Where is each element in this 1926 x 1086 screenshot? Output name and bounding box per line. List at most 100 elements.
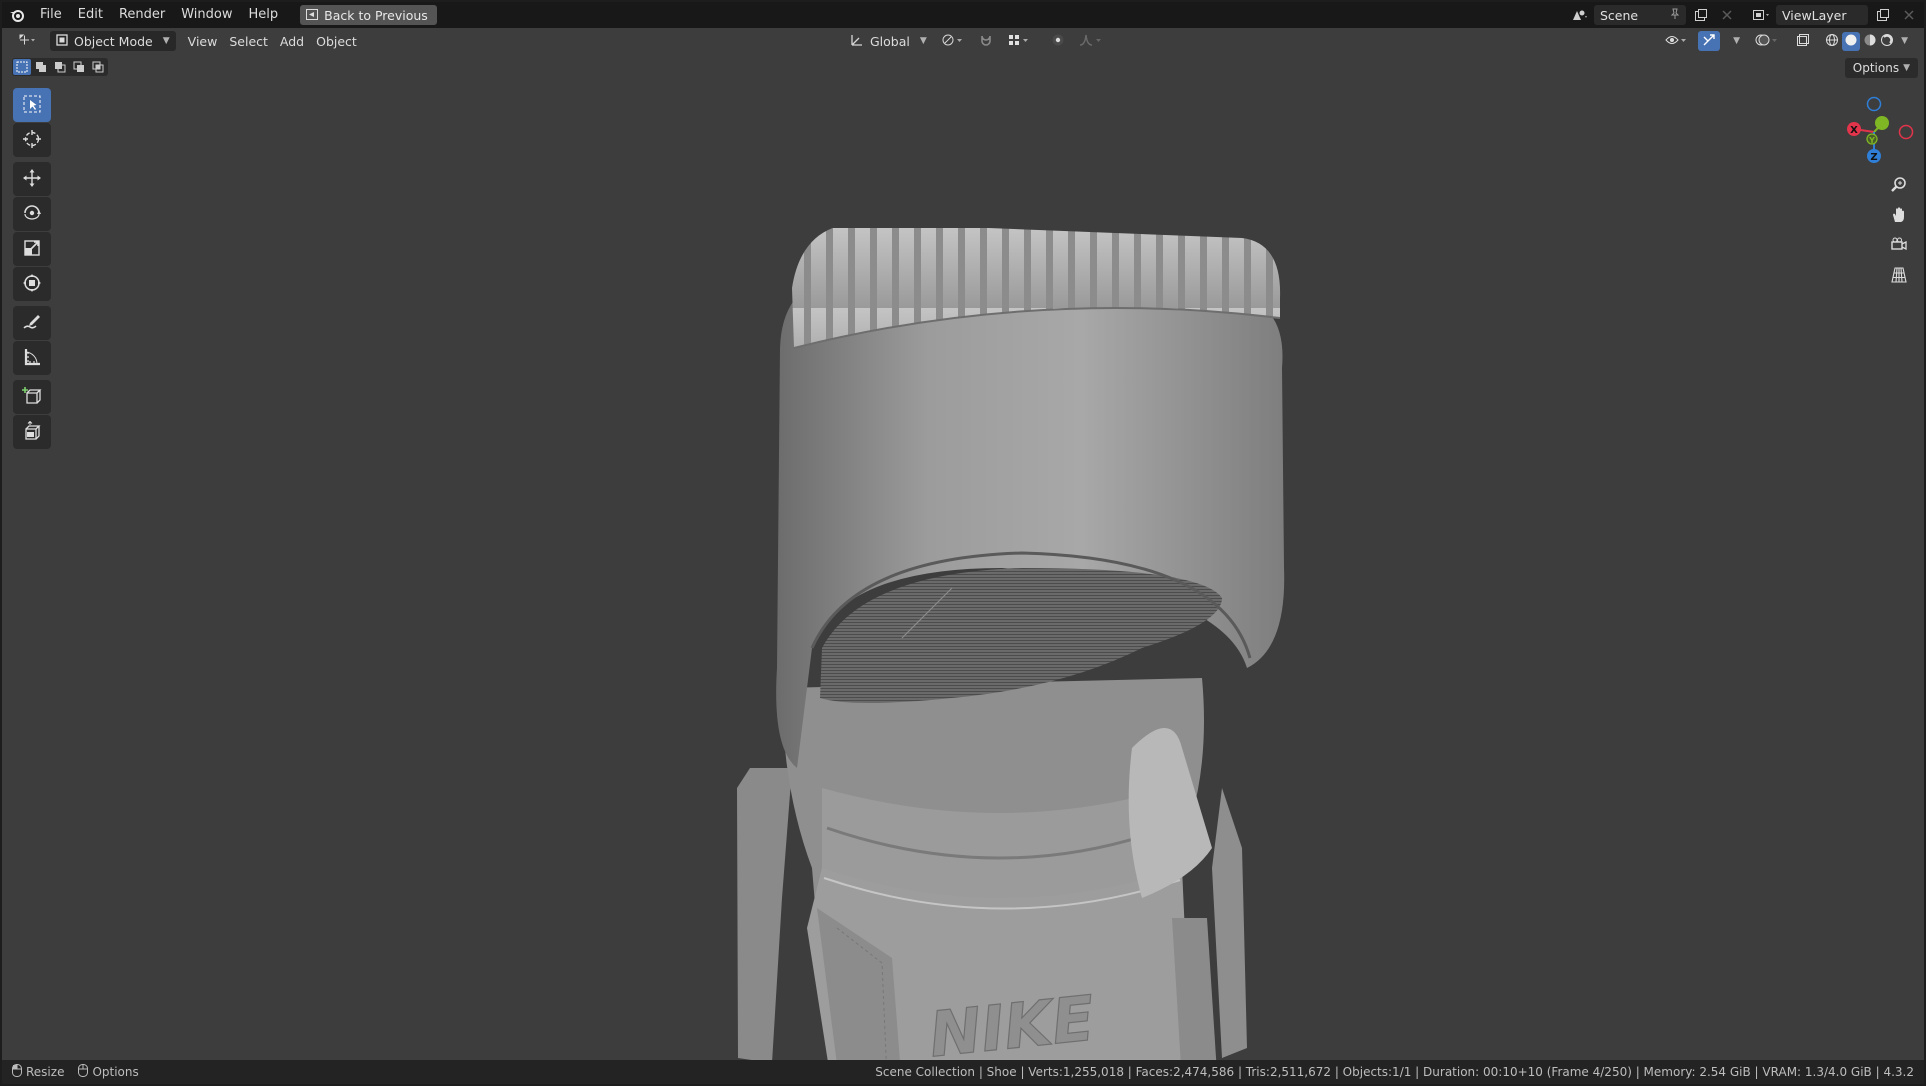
xray-toggle[interactable]: [1790, 31, 1816, 51]
orientation-icon: [850, 33, 864, 50]
orientation-label: Global: [870, 33, 910, 49]
select-box-tool[interactable]: [13, 88, 51, 122]
menu-file[interactable]: File: [32, 4, 70, 26]
rotate-tool[interactable]: [13, 197, 51, 231]
select-intersect-icon[interactable]: [89, 59, 107, 75]
menu-edit[interactable]: Edit: [70, 4, 111, 26]
add-cube-tool[interactable]: [13, 380, 51, 414]
move-tool[interactable]: [13, 162, 51, 196]
chevron-down-icon: ▼: [919, 36, 927, 46]
extrude-icon: [22, 420, 42, 444]
snap-toggle[interactable]: [973, 31, 999, 51]
editor-type-button[interactable]: [12, 31, 42, 51]
pan-button[interactable]: [1885, 203, 1913, 229]
visibility-button[interactable]: [1659, 31, 1695, 51]
tool-shelf: [12, 88, 52, 450]
menu-view[interactable]: View: [182, 31, 224, 51]
orientation-select[interactable]: Global ▼: [844, 31, 933, 51]
scale-tool[interactable]: [13, 232, 51, 266]
scene-statistics: Scene Collection | Shoe | Verts:1,255,01…: [875, 1065, 1914, 1079]
options-button[interactable]: Options ▼: [1844, 58, 1918, 78]
falloff-curve-icon: [1079, 33, 1105, 50]
perspective-grid-icon: [1890, 266, 1908, 287]
y-axis-label: Y: [1868, 136, 1875, 145]
solid-shading-icon[interactable]: [1842, 31, 1861, 51]
transform-tool[interactable]: [13, 267, 51, 301]
measure-ruler-icon: [22, 347, 42, 370]
menu-add[interactable]: Add: [274, 31, 310, 51]
move-arrows-icon: [22, 168, 42, 191]
select-new-icon[interactable]: [13, 59, 31, 75]
menu-help[interactable]: Help: [241, 4, 287, 26]
chevron-down-icon[interactable]: ▼: [1901, 36, 1908, 46]
extrude-tool[interactable]: [13, 415, 51, 449]
status-hints: Resize Options: [2, 1064, 139, 1080]
viewport-navigation-buttons: [1885, 173, 1913, 289]
status-bar: Resize Options Scene Collection | Shoe |…: [2, 1060, 1924, 1084]
gizmo-dropdown[interactable]: ▼: [1723, 31, 1746, 51]
snap-grid-icon: [1007, 33, 1031, 50]
options-label: Options: [1852, 61, 1900, 75]
select-invert-icon[interactable]: [70, 59, 88, 75]
pivot-point-button[interactable]: [935, 31, 971, 51]
z-axis-label: Z: [1870, 152, 1877, 163]
menu-object[interactable]: Object: [310, 31, 363, 51]
delete-scene-icon[interactable]: [1716, 5, 1738, 25]
cursor-tool[interactable]: [13, 123, 51, 157]
annotate-tool[interactable]: [13, 306, 51, 340]
select-box-icon: [22, 94, 42, 117]
scale-icon: [22, 238, 42, 261]
gizmo-icon: [1702, 33, 1716, 50]
scene-field[interactable]: Scene: [1594, 5, 1686, 25]
camera-view-button[interactable]: [1885, 233, 1913, 259]
3d-viewport[interactable]: Object Mode ▼ View Select Add Object Glo…: [2, 28, 1924, 1060]
new-scene-icon[interactable]: [1690, 5, 1712, 25]
x-axis-label: X: [1850, 125, 1858, 136]
menu-select[interactable]: Select: [223, 31, 274, 51]
pin-icon[interactable]: [1670, 8, 1680, 23]
viewport-display-controls: ▼ ▼: [1659, 31, 1914, 51]
shoe-model[interactable]: NIKE: [702, 223, 1382, 1060]
snap-target-button[interactable]: [1001, 31, 1037, 51]
zoom-button[interactable]: [1885, 173, 1913, 199]
material-shading-icon[interactable]: [1863, 33, 1877, 50]
blender-logo-icon[interactable]: [2, 2, 32, 28]
top-menu-bar: File Edit Render Window Help Back to Pre…: [2, 2, 1924, 28]
select-subtract-icon[interactable]: [51, 59, 69, 75]
rotate-icon: [22, 203, 42, 226]
delete-viewlayer-icon[interactable]: [1898, 5, 1920, 25]
add-cube-icon: [22, 386, 42, 409]
wireframe-shading-icon[interactable]: [1825, 33, 1839, 50]
viewlayer-name: ViewLayer: [1782, 7, 1847, 23]
annotate-pencil-icon: [22, 312, 42, 335]
object-mode-select[interactable]: Object Mode ▼: [50, 31, 176, 51]
measure-tool[interactable]: [13, 341, 51, 375]
menu-render[interactable]: Render: [111, 4, 173, 26]
scene-selector-icon[interactable]: [1568, 5, 1590, 25]
viewlayer-field[interactable]: ViewLayer: [1776, 5, 1868, 25]
object-mode-icon: [56, 33, 68, 49]
proportional-edit-icon: [1051, 33, 1065, 50]
overlays-toggle[interactable]: [1749, 31, 1787, 51]
back-to-previous-button[interactable]: Back to Previous: [300, 5, 437, 25]
falloff-button[interactable]: [1073, 31, 1111, 51]
menu-window[interactable]: Window: [173, 4, 240, 26]
selection-mode-buttons: [12, 58, 108, 76]
new-viewlayer-icon[interactable]: [1872, 5, 1894, 25]
rendered-shading-icon[interactable]: [1880, 33, 1894, 50]
xray-icon: [1796, 33, 1810, 50]
mouse-left-icon: [12, 1064, 22, 1080]
select-extend-icon[interactable]: [32, 59, 50, 75]
y-axis-icon[interactable]: [1875, 116, 1889, 130]
perspective-toggle-button[interactable]: [1885, 263, 1913, 289]
neg-z-axis-icon[interactable]: [1866, 96, 1882, 112]
viewlayer-selector-icon[interactable]: [1750, 5, 1772, 25]
neg-x-axis-icon[interactable]: [1898, 124, 1914, 140]
editor-type-icon: [18, 33, 36, 50]
camera-icon: [1890, 236, 1908, 257]
mouse-right-icon: [78, 1064, 89, 1080]
gizmo-toggle[interactable]: [1698, 31, 1721, 51]
cursor-crosshair-icon: [22, 129, 42, 152]
proportional-edit-toggle[interactable]: [1045, 31, 1071, 51]
navigation-gizmo[interactable]: X Y Z: [1828, 88, 1918, 178]
